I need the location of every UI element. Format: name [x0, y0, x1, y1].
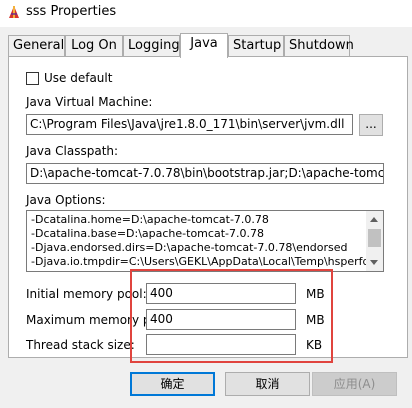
- thread-stack-field[interactable]: [146, 334, 296, 355]
- apply-button[interactable]: 应用(A): [312, 372, 397, 396]
- java-option-line: -Dcatalina.home=D:\apache-tomcat-7.0.78: [31, 213, 269, 226]
- tab-general[interactable]: General: [8, 35, 65, 57]
- jvm-path-field[interactable]: C:\Program Files\Java\jre1.8.0_171\bin\s…: [26, 114, 353, 135]
- java-option-line: -Djava.io.tmpdir=C:\Users\GEKL\AppData\L…: [31, 255, 384, 268]
- thread-stack-label: Thread stack size:: [26, 338, 135, 352]
- java-option-line: -Djava.endorsed.dirs=D:\apache-tomcat-7.…: [31, 241, 348, 254]
- tab-logging[interactable]: Logging: [123, 35, 180, 57]
- scroll-up-arrow-icon[interactable]: [370, 217, 378, 222]
- tab-java[interactable]: Java: [180, 33, 228, 58]
- browse-jvm-button[interactable]: ...: [359, 114, 383, 136]
- initial-memory-unit: MB: [306, 287, 325, 301]
- initial-memory-field[interactable]: 400: [146, 283, 296, 304]
- app-feather-icon: [9, 6, 19, 18]
- tab-shutdown[interactable]: Shutdown: [284, 35, 354, 57]
- use-default-label: Use default: [44, 71, 113, 85]
- cancel-button[interactable]: 取消: [225, 372, 310, 396]
- java-options-label: Java Options:: [26, 193, 106, 207]
- use-default-checkbox[interactable]: [26, 72, 39, 85]
- tab-strip: General Log On Logging Java Startup Shut…: [8, 33, 408, 58]
- java-option-line: -Dcatalina.base=D:\apache-tomcat-7.0.78: [31, 227, 264, 240]
- classpath-field[interactable]: D:\apache-tomcat-7.0.78\bin\bootstrap.ja…: [26, 163, 384, 184]
- title-bar: sss Properties: [0, 0, 412, 27]
- tab-log-on[interactable]: Log On: [65, 35, 123, 57]
- ok-button[interactable]: 确定: [130, 372, 215, 396]
- scroll-thumb[interactable]: [368, 229, 381, 247]
- jvm-label: Java Virtual Machine:: [26, 95, 153, 109]
- options-scrollbar[interactable]: [366, 211, 383, 271]
- classpath-label: Java Classpath:: [26, 144, 119, 158]
- scroll-down-arrow-icon[interactable]: [370, 260, 378, 265]
- window-title: sss Properties: [26, 4, 117, 19]
- tab-startup[interactable]: Startup: [228, 35, 284, 57]
- java-options-textarea[interactable]: -Dcatalina.home=D:\apache-tomcat-7.0.78 …: [26, 210, 384, 272]
- initial-memory-label: Initial memory pool:: [26, 287, 147, 301]
- max-memory-unit: MB: [306, 313, 325, 327]
- thread-stack-unit: KB: [306, 338, 323, 352]
- max-memory-field[interactable]: 400: [146, 309, 296, 330]
